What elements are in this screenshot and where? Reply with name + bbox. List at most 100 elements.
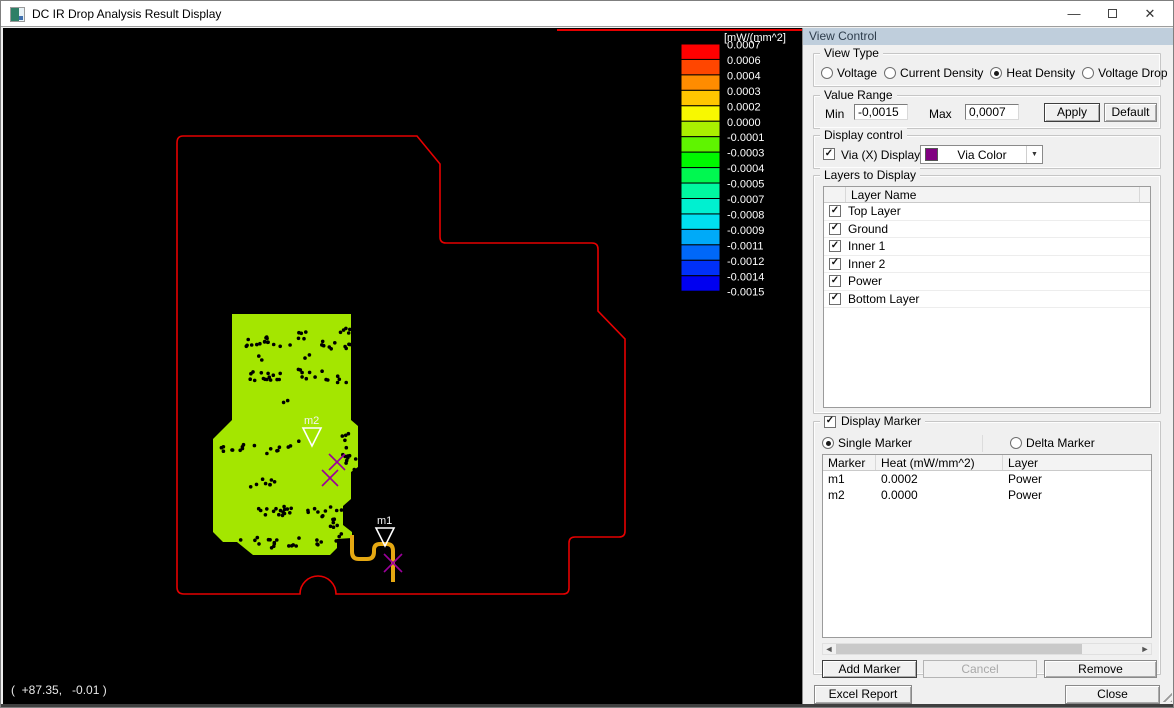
- component-dot: [354, 457, 358, 461]
- layer-row[interactable]: ✓ Top Layer: [824, 203, 1150, 221]
- add-marker-button[interactable]: Add Marker: [822, 660, 917, 678]
- analysis-canvas[interactable]: m1m2 [mW/(mm^2]0.00070.00060.00040.00030…: [3, 28, 802, 706]
- display-control-group: Display control ✓ Via (X) Display Via Co…: [813, 135, 1161, 169]
- component-dot: [329, 525, 333, 529]
- component-dot: [246, 338, 250, 342]
- legend-swatch: [681, 44, 720, 59]
- layer-name: Top Layer: [848, 204, 901, 218]
- via-display-checkbox[interactable]: ✓: [823, 148, 835, 160]
- component-dot: [339, 331, 343, 335]
- layers-check-column-header: [824, 187, 846, 202]
- maximize-button[interactable]: [1095, 1, 1129, 27]
- scroll-left-icon[interactable]: ◄: [823, 644, 835, 654]
- legend-tick-label: 0.0003: [727, 86, 761, 98]
- excel-report-button[interactable]: Excel Report: [814, 685, 912, 704]
- display-marker-text: Display Marker: [841, 414, 921, 429]
- marker-table[interactable]: MarkerHeat (mW/mm^2)Layer m10.0002Powerm…: [822, 454, 1152, 638]
- component-dot: [291, 543, 295, 547]
- view-type-option-heat-density[interactable]: Heat Density: [990, 66, 1075, 80]
- scrollbar-thumb[interactable]: [836, 644, 1082, 654]
- max-input[interactable]: [965, 104, 1019, 120]
- component-dot: [249, 485, 253, 489]
- layer-checkbox[interactable]: ✓: [829, 258, 841, 270]
- min-input[interactable]: [854, 104, 908, 120]
- via-display-label: Via (X) Display: [841, 148, 920, 162]
- legend-swatch: [681, 183, 720, 198]
- component-dot: [265, 335, 269, 339]
- view-control-panel: View Control View Type VoltageCurrent De…: [802, 28, 1174, 706]
- component-dot: [354, 339, 358, 343]
- display-marker-checkbox[interactable]: ✓: [824, 416, 836, 428]
- legend-swatch: [681, 229, 720, 244]
- layer-row[interactable]: ✓Bottom Layer: [824, 291, 1150, 309]
- component-dot: [340, 508, 344, 512]
- layer-checkbox[interactable]: ✓: [829, 223, 841, 235]
- layer-checkbox[interactable]: ✓: [829, 205, 841, 217]
- layer-row[interactable]: ✓Inner 1: [824, 238, 1150, 256]
- component-dot: [268, 483, 272, 487]
- view-type-option-current-density[interactable]: Current Density: [884, 66, 983, 80]
- layer-checkbox[interactable]: ✓: [829, 275, 841, 287]
- component-dot: [345, 446, 349, 450]
- layers-rows: ✓Top Layer✓Ground✓Inner 1✓Inner 2✓Power✓…: [824, 203, 1150, 308]
- close-button[interactable]: ✕: [1133, 1, 1167, 27]
- radio-icon: [990, 67, 1002, 79]
- legend-tick-label: 0.0000: [727, 117, 761, 129]
- legend-swatch: [681, 199, 720, 214]
- via-color-combobox[interactable]: Via Color ▼: [920, 145, 1043, 164]
- component-dot: [288, 343, 292, 347]
- component-dot: [238, 449, 242, 453]
- minimize-button[interactable]: —: [1057, 1, 1091, 27]
- component-dot: [320, 515, 324, 519]
- marker-mode-delta-marker[interactable]: Delta Marker: [1010, 436, 1095, 450]
- marker-mode-single-marker[interactable]: Single Marker: [822, 436, 912, 450]
- layer-row[interactable]: ✓Power: [824, 273, 1150, 291]
- resize-grip[interactable]: [1159, 689, 1172, 702]
- scroll-right-icon[interactable]: ►: [1139, 644, 1151, 654]
- value-range-group: Value Range Min Max Apply Default: [813, 95, 1161, 129]
- cancel-button[interactable]: Cancel: [923, 660, 1037, 678]
- radio-icon: [884, 67, 896, 79]
- pcb-view[interactable]: m1m2 [mW/(mm^2]0.00070.00060.00040.00030…: [3, 28, 802, 706]
- radio-icon: [822, 437, 834, 449]
- legend-tick-label: -0.0014: [727, 271, 764, 283]
- layer-checkbox[interactable]: ✓: [829, 240, 841, 252]
- marker-table-hscrollbar[interactable]: ◄ ►: [822, 643, 1152, 655]
- remove-button[interactable]: Remove: [1044, 660, 1157, 678]
- layer-name-column-header: Layer Name: [846, 187, 1140, 202]
- legend-swatch: [681, 90, 720, 105]
- component-dot: [304, 330, 308, 334]
- layer-checkbox[interactable]: ✓: [829, 293, 841, 305]
- component-dot: [231, 448, 235, 452]
- mode-divider: [982, 435, 983, 452]
- maximize-icon: [1108, 9, 1117, 18]
- view-type-option-voltage-drop[interactable]: Voltage Drop: [1082, 66, 1167, 80]
- max-label: Max: [929, 107, 952, 121]
- component-dot: [220, 446, 224, 450]
- component-dot: [273, 541, 277, 545]
- component-dot: [272, 373, 276, 377]
- view-type-option-voltage[interactable]: Voltage: [821, 66, 877, 80]
- minimize-icon: —: [1068, 6, 1081, 21]
- display-marker-label: ✓ Display Marker: [820, 414, 925, 429]
- close-dialog-button[interactable]: Close: [1065, 685, 1160, 704]
- marker-cell: 0.0000: [876, 488, 1003, 502]
- marker-mode-row: Single Marker Delta Marker: [814, 434, 1160, 454]
- component-dot: [347, 432, 351, 436]
- legend-tick-label: -0.0011: [727, 240, 764, 252]
- apply-button[interactable]: Apply: [1044, 103, 1100, 122]
- probe-label: m1: [377, 515, 392, 527]
- legend-tick-label: 0.0004: [727, 70, 761, 82]
- component-dot: [316, 510, 320, 514]
- component-dot: [352, 323, 356, 327]
- layer-row[interactable]: ✓Ground: [824, 221, 1150, 239]
- component-dot: [265, 507, 269, 511]
- marker-row[interactable]: m10.0002Power: [823, 471, 1151, 487]
- layers-list[interactable]: Layer Name ✓ Top Layer ✓Ground✓Inner 1✓Inn…: [823, 186, 1151, 408]
- legend-tick-label: -0.0001: [727, 132, 764, 144]
- dropdown-arrow-icon[interactable]: ▼: [1026, 146, 1042, 163]
- component-dot: [248, 377, 252, 381]
- layer-row[interactable]: ✓Inner 2: [824, 256, 1150, 274]
- default-button[interactable]: Default: [1104, 103, 1157, 122]
- marker-row[interactable]: m20.0000Power: [823, 487, 1151, 503]
